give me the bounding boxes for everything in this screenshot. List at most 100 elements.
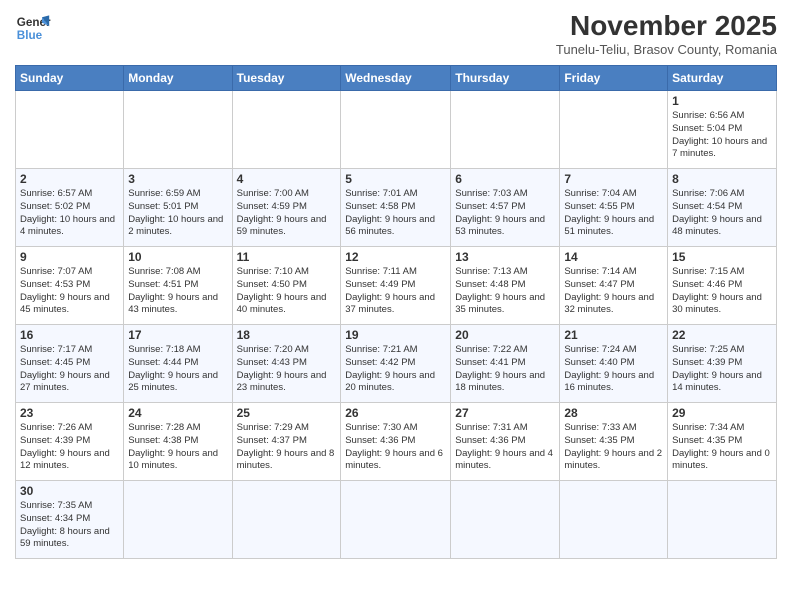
table-row — [668, 481, 777, 559]
table-row — [451, 91, 560, 169]
day-info: Sunrise: 7:04 AM Sunset: 4:55 PM Dayligh… — [564, 188, 663, 239]
month-title: November 2025 — [556, 10, 777, 42]
day-info: Sunrise: 7:30 AM Sunset: 4:36 PM Dayligh… — [345, 422, 446, 473]
day-info: Sunrise: 7:15 AM Sunset: 4:46 PM Dayligh… — [672, 266, 772, 317]
table-row: 12 Sunrise: 7:11 AM Sunset: 4:49 PM Dayli… — [341, 247, 451, 325]
col-tuesday: Tuesday — [232, 66, 341, 91]
table-row: 29 Sunrise: 7:34 AM Sunset: 4:35 PM Dayli… — [668, 403, 777, 481]
day-info: Sunrise: 7:10 AM Sunset: 4:50 PM Dayligh… — [237, 266, 337, 317]
day-number: 21 — [564, 328, 663, 342]
day-number: 7 — [564, 172, 663, 186]
day-number: 10 — [128, 250, 227, 264]
day-number: 18 — [237, 328, 337, 342]
table-row: 9 Sunrise: 7:07 AM Sunset: 4:53 PM Daylig… — [16, 247, 124, 325]
logo: General Blue — [15, 10, 51, 46]
calendar-week-row: 2 Sunrise: 6:57 AM Sunset: 5:02 PM Daylig… — [16, 169, 777, 247]
day-number: 29 — [672, 406, 772, 420]
col-saturday: Saturday — [668, 66, 777, 91]
svg-text:Blue: Blue — [17, 29, 43, 42]
col-thursday: Thursday — [451, 66, 560, 91]
table-row: 11 Sunrise: 7:10 AM Sunset: 4:50 PM Dayli… — [232, 247, 341, 325]
table-row: 23 Sunrise: 7:26 AM Sunset: 4:39 PM Dayli… — [16, 403, 124, 481]
table-row: 13 Sunrise: 7:13 AM Sunset: 4:48 PM Dayli… — [451, 247, 560, 325]
day-info: Sunrise: 7:17 AM Sunset: 4:45 PM Dayligh… — [20, 344, 119, 395]
calendar-header-row: Sunday Monday Tuesday Wednesday Thursday… — [16, 66, 777, 91]
col-friday: Friday — [560, 66, 668, 91]
table-row: 26Sunrise: 7:30 AM Sunset: 4:36 PM Dayli… — [341, 403, 451, 481]
day-info: Sunrise: 7:03 AM Sunset: 4:57 PM Dayligh… — [455, 188, 555, 239]
table-row — [451, 481, 560, 559]
calendar-week-row: 23 Sunrise: 7:26 AM Sunset: 4:39 PM Dayli… — [16, 403, 777, 481]
table-row: 20Sunrise: 7:22 AM Sunset: 4:41 PM Dayli… — [451, 325, 560, 403]
table-row: 22 Sunrise: 7:25 AM Sunset: 4:39 PM Dayli… — [668, 325, 777, 403]
page: General Blue November 2025 Tunelu-Teliu,… — [0, 0, 792, 612]
table-row — [232, 481, 341, 559]
day-number: 9 — [20, 250, 119, 264]
table-row: 17 Sunrise: 7:18 AM Sunset: 4:44 PM Dayli… — [124, 325, 232, 403]
col-wednesday: Wednesday — [341, 66, 451, 91]
table-row: 3Sunrise: 6:59 AM Sunset: 5:01 PM Daylig… — [124, 169, 232, 247]
day-number: 2 — [20, 172, 119, 186]
table-row: 7 Sunrise: 7:04 AM Sunset: 4:55 PM Daylig… — [560, 169, 668, 247]
table-row: 27Sunrise: 7:31 AM Sunset: 4:36 PM Dayli… — [451, 403, 560, 481]
subtitle: Tunelu-Teliu, Brasov County, Romania — [556, 42, 777, 57]
day-info: Sunrise: 6:56 AM Sunset: 5:04 PM Dayligh… — [672, 110, 772, 161]
day-number: 12 — [345, 250, 446, 264]
table-row — [341, 91, 451, 169]
day-info: Sunrise: 7:35 AM Sunset: 4:34 PM Dayligh… — [20, 500, 119, 551]
day-number: 22 — [672, 328, 772, 342]
day-number: 1 — [672, 94, 772, 108]
day-number: 6 — [455, 172, 555, 186]
table-row: 14Sunrise: 7:14 AM Sunset: 4:47 PM Dayli… — [560, 247, 668, 325]
col-monday: Monday — [124, 66, 232, 91]
day-info: Sunrise: 7:26 AM Sunset: 4:39 PM Dayligh… — [20, 422, 119, 473]
table-row — [560, 91, 668, 169]
table-row: 10 Sunrise: 7:08 AM Sunset: 4:51 PM Dayli… — [124, 247, 232, 325]
table-row — [341, 481, 451, 559]
day-info: Sunrise: 7:29 AM Sunset: 4:37 PM Dayligh… — [237, 422, 337, 473]
day-number: 15 — [672, 250, 772, 264]
day-info: Sunrise: 7:24 AM Sunset: 4:40 PM Dayligh… — [564, 344, 663, 395]
day-number: 13 — [455, 250, 555, 264]
calendar-week-row: 1 Sunrise: 6:56 AM Sunset: 5:04 PM Daylig… — [16, 91, 777, 169]
table-row: 21 Sunrise: 7:24 AM Sunset: 4:40 PM Dayli… — [560, 325, 668, 403]
day-number: 17 — [128, 328, 227, 342]
title-section: November 2025 Tunelu-Teliu, Brasov Count… — [556, 10, 777, 57]
day-number: 5 — [345, 172, 446, 186]
day-info: Sunrise: 7:11 AM Sunset: 4:49 PM Dayligh… — [345, 266, 446, 317]
table-row: 16Sunrise: 7:17 AM Sunset: 4:45 PM Dayli… — [16, 325, 124, 403]
table-row — [232, 91, 341, 169]
day-number: 25 — [237, 406, 337, 420]
day-number: 23 — [20, 406, 119, 420]
day-info: Sunrise: 7:07 AM Sunset: 4:53 PM Dayligh… — [20, 266, 119, 317]
day-number: 19 — [345, 328, 446, 342]
table-row — [124, 91, 232, 169]
day-number: 20 — [455, 328, 555, 342]
logo-icon: General Blue — [15, 10, 51, 46]
calendar-week-row: 30Sunrise: 7:35 AM Sunset: 4:34 PM Dayli… — [16, 481, 777, 559]
day-info: Sunrise: 7:14 AM Sunset: 4:47 PM Dayligh… — [564, 266, 663, 317]
table-row — [124, 481, 232, 559]
day-info: Sunrise: 6:57 AM Sunset: 5:02 PM Dayligh… — [20, 188, 119, 239]
table-row: 30Sunrise: 7:35 AM Sunset: 4:34 PM Dayli… — [16, 481, 124, 559]
calendar-week-row: 9 Sunrise: 7:07 AM Sunset: 4:53 PM Daylig… — [16, 247, 777, 325]
day-number: 8 — [672, 172, 772, 186]
table-row: 2 Sunrise: 6:57 AM Sunset: 5:02 PM Daylig… — [16, 169, 124, 247]
day-number: 11 — [237, 250, 337, 264]
day-info: Sunrise: 7:06 AM Sunset: 4:54 PM Dayligh… — [672, 188, 772, 239]
day-info: Sunrise: 7:25 AM Sunset: 4:39 PM Dayligh… — [672, 344, 772, 395]
table-row: 4Sunrise: 7:00 AM Sunset: 4:59 PM Daylig… — [232, 169, 341, 247]
day-info: Sunrise: 7:20 AM Sunset: 4:43 PM Dayligh… — [237, 344, 337, 395]
day-info: Sunrise: 7:18 AM Sunset: 4:44 PM Dayligh… — [128, 344, 227, 395]
day-number: 28 — [564, 406, 663, 420]
day-info: Sunrise: 7:08 AM Sunset: 4:51 PM Dayligh… — [128, 266, 227, 317]
table-row: 28Sunrise: 7:33 AM Sunset: 4:35 PM Dayli… — [560, 403, 668, 481]
day-number: 4 — [237, 172, 337, 186]
day-info: Sunrise: 7:34 AM Sunset: 4:35 PM Dayligh… — [672, 422, 772, 473]
table-row: 1 Sunrise: 6:56 AM Sunset: 5:04 PM Daylig… — [668, 91, 777, 169]
table-row: 5 Sunrise: 7:01 AM Sunset: 4:58 PM Daylig… — [341, 169, 451, 247]
col-sunday: Sunday — [16, 66, 124, 91]
day-info: Sunrise: 7:01 AM Sunset: 4:58 PM Dayligh… — [345, 188, 446, 239]
day-info: Sunrise: 7:13 AM Sunset: 4:48 PM Dayligh… — [455, 266, 555, 317]
table-row: 15 Sunrise: 7:15 AM Sunset: 4:46 PM Dayli… — [668, 247, 777, 325]
